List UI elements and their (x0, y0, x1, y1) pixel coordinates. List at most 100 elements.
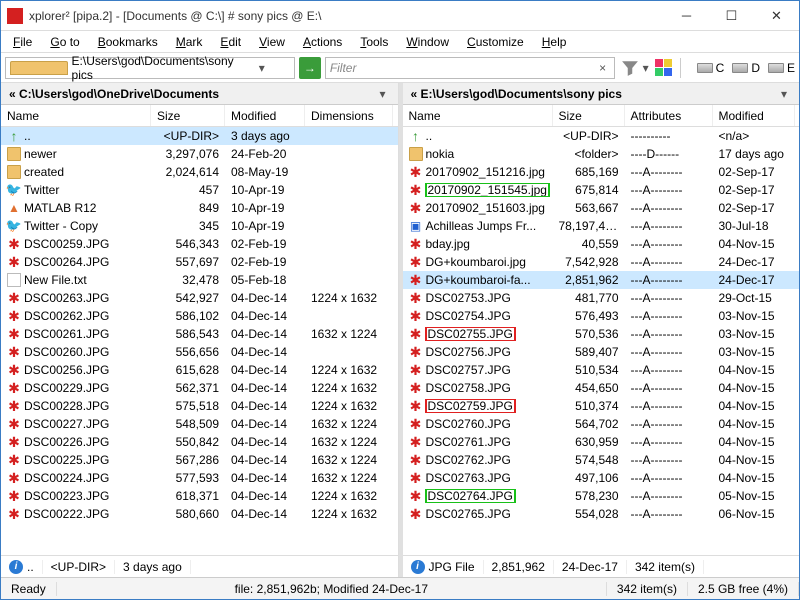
file-row[interactable]: ✱DSC00261.JPG586,54304-Dec-141632 x 1224 (1, 325, 398, 343)
file-row[interactable]: ✱DSC00264.JPG557,69702-Feb-19 (1, 253, 398, 271)
file-row[interactable]: ✱DSC02759.JPG510,374---A--------04-Nov-1… (403, 397, 800, 415)
file-row[interactable]: ✱DSC00223.JPG618,37104-Dec-141224 x 1632 (1, 487, 398, 505)
jpg-icon: ✱ (409, 399, 423, 413)
file-row[interactable]: ✱DSC02758.JPG454,650---A--------04-Nov-1… (403, 379, 800, 397)
file-row[interactable]: ✱DSC02764.JPG578,230---A--------05-Nov-1… (403, 487, 800, 505)
file-row[interactable]: ✱bday.jpg40,559---A--------04-Nov-15 (403, 235, 800, 253)
app-icon (7, 8, 23, 24)
drive-e[interactable]: E (768, 61, 795, 75)
file-row[interactable]: ✱DSC02755.JPG570,536---A--------03-Nov-1… (403, 325, 800, 343)
column-name[interactable]: Name (403, 105, 553, 126)
file-row[interactable]: ✱DSC02760.JPG564,702---A--------04-Nov-1… (403, 415, 800, 433)
file-row[interactable]: ✱DSC02757.JPG510,534---A--------04-Nov-1… (403, 361, 800, 379)
file-row[interactable]: ✱DSC00224.JPG577,59304-Dec-141632 x 1224 (1, 469, 398, 487)
file-row[interactable]: New File.txt32,47805-Feb-18 (1, 271, 398, 289)
address-dropdown-icon[interactable]: ▾ (234, 61, 290, 75)
file-row[interactable]: ✱DSC02765.JPG554,028---A--------06-Nov-1… (403, 505, 800, 523)
jpg-icon: ✱ (409, 453, 423, 467)
jpg-icon: ✱ (409, 507, 423, 521)
menu-go-to[interactable]: Go to (42, 33, 87, 51)
file-row[interactable]: ✱DG+koumbaroi.jpg7,542,928---A--------24… (403, 253, 800, 271)
left-column-header[interactable]: NameSizeModifiedDimensions (1, 105, 398, 127)
file-row[interactable]: ✱DSC00229.JPG562,37104-Dec-141224 x 1632 (1, 379, 398, 397)
jpg-icon: ✱ (7, 453, 21, 467)
file-row[interactable]: newer3,297,07624-Feb-20 (1, 145, 398, 163)
file-row[interactable]: ✱DSC00259.JPG546,34302-Feb-19 (1, 235, 398, 253)
right-column-header[interactable]: NameSizeAttributesModified (403, 105, 800, 127)
column-name[interactable]: Name (1, 105, 151, 126)
jpg-icon: ✱ (409, 165, 423, 179)
filter-input[interactable]: Filter × (325, 57, 615, 79)
jpg-icon: ✱ (7, 381, 21, 395)
file-row[interactable]: ✱DSC00226.JPG550,84204-Dec-141632 x 1224 (1, 433, 398, 451)
clear-filter-icon[interactable]: × (596, 61, 610, 75)
jpg-icon: ✱ (7, 309, 21, 323)
drive-bar: CDE (697, 61, 795, 75)
file-row[interactable]: ✱DSC00260.JPG556,65604-Dec-14 (1, 343, 398, 361)
menu-view[interactable]: View (251, 33, 293, 51)
file-row[interactable]: ▣Achilleas Jumps Fr...78,197,455---A----… (403, 217, 800, 235)
filter-funnel-icon[interactable] (621, 59, 639, 77)
file-row[interactable]: ✱20170902_151603.jpg563,667---A--------0… (403, 199, 800, 217)
twitter-icon: 🐦 (7, 219, 21, 233)
file-row[interactable]: ✱DSC02762.JPG574,548---A--------04-Nov-1… (403, 451, 800, 469)
column-attributes[interactable]: Attributes (625, 105, 713, 126)
info-icon: i (9, 560, 23, 574)
file-row[interactable]: ✱DSC00263.JPG542,92704-Dec-141224 x 1632 (1, 289, 398, 307)
jpg-icon: ✱ (409, 237, 423, 251)
file-row[interactable]: ✱DSC00227.JPG548,50904-Dec-141632 x 1224 (1, 415, 398, 433)
menu-actions[interactable]: Actions (295, 33, 350, 51)
menu-mark[interactable]: Mark (168, 33, 211, 51)
file-row[interactable]: ✱DSC02754.JPG576,493---A--------03-Nov-1… (403, 307, 800, 325)
address-input[interactable]: E:\Users\god\Documents\sony pics ▾ (5, 57, 295, 79)
left-file-list[interactable]: ↑..<UP-DIR>3 days agonewer3,297,07624-Fe… (1, 127, 398, 555)
file-row[interactable]: ✱DSC00222.JPG580,66004-Dec-141224 x 1632 (1, 505, 398, 523)
column-size[interactable]: Size (151, 105, 225, 126)
file-row[interactable]: ↑..<UP-DIR>----------<n/a> (403, 127, 800, 145)
file-row[interactable]: ✱DSC00262.JPG586,10204-Dec-14 (1, 307, 398, 325)
menu-tools[interactable]: Tools (352, 33, 396, 51)
file-row[interactable]: ✱DSC02756.JPG589,407---A--------03-Nov-1… (403, 343, 800, 361)
file-row[interactable]: ✱20170902_151216.jpg685,169---A--------0… (403, 163, 800, 181)
file-row[interactable]: 🐦Twitter45710-Apr-19 (1, 181, 398, 199)
right-file-list[interactable]: ↑..<UP-DIR>----------<n/a>nokia<folder>-… (403, 127, 800, 555)
file-row[interactable]: created2,024,61408-May-19 (1, 163, 398, 181)
menu-bookmarks[interactable]: Bookmarks (90, 33, 166, 51)
maximize-button[interactable]: ☐ (709, 1, 754, 30)
menu-customize[interactable]: Customize (459, 33, 532, 51)
menu-edit[interactable]: Edit (212, 33, 249, 51)
panel-dropdown-icon[interactable]: ▾ (781, 87, 795, 101)
file-row[interactable]: ✱DSC00228.JPG575,51804-Dec-141224 x 1632 (1, 397, 398, 415)
go-button[interactable]: → (299, 57, 321, 79)
file-row[interactable]: 🐦Twitter - Copy34510-Apr-19 (1, 217, 398, 235)
column-modified[interactable]: Modified (713, 105, 795, 126)
jpg-icon: ✱ (409, 471, 423, 485)
menu-file[interactable]: File (5, 33, 40, 51)
column-modified[interactable]: Modified (225, 105, 305, 126)
filter-dropdown-icon[interactable]: ▾ (643, 61, 649, 75)
menu-help[interactable]: Help (534, 33, 575, 51)
file-row[interactable]: nokia<folder>----D------17 days ago (403, 145, 800, 163)
status-file-info: file: 2,851,962b; Modified 24-Dec-17 (57, 582, 607, 596)
drive-c[interactable]: C (697, 61, 725, 75)
panel-dropdown-icon[interactable]: ▾ (380, 87, 394, 101)
file-row[interactable]: ✱DSC02763.JPG497,106---A--------04-Nov-1… (403, 469, 800, 487)
left-panel-title: « C:\Users\god\OneDrive\Documents (9, 87, 376, 101)
file-row[interactable]: ✱DG+koumbaroi-fa...2,851,962---A--------… (403, 271, 800, 289)
file-row[interactable]: ✱DSC02761.JPG630,959---A--------04-Nov-1… (403, 433, 800, 451)
menu-window[interactable]: Window (398, 33, 457, 51)
minimize-button[interactable]: ─ (664, 1, 709, 30)
file-row[interactable]: ✱20170902_151545.jpg675,814---A--------0… (403, 181, 800, 199)
file-row[interactable]: ✱DSC00256.JPG615,62804-Dec-141224 x 1632 (1, 361, 398, 379)
drive-d[interactable]: D (732, 61, 760, 75)
right-panel-title: « E:\Users\god\Documents\sony pics (411, 87, 778, 101)
titlebar: xplorer² [pipa.2] - [Documents @ C:\] # … (1, 1, 799, 31)
file-row[interactable]: ✱DSC00225.JPG567,28604-Dec-141632 x 1224 (1, 451, 398, 469)
file-row[interactable]: ↑..<UP-DIR>3 days ago (1, 127, 398, 145)
column-size[interactable]: Size (553, 105, 625, 126)
column-dimensions[interactable]: Dimensions (305, 105, 393, 126)
file-row[interactable]: ✱DSC02753.JPG481,770---A--------29-Oct-1… (403, 289, 800, 307)
view-mode-button[interactable] (655, 59, 672, 76)
file-row[interactable]: ▲MATLAB R1284910-Apr-19 (1, 199, 398, 217)
close-button[interactable]: ✕ (754, 1, 799, 30)
